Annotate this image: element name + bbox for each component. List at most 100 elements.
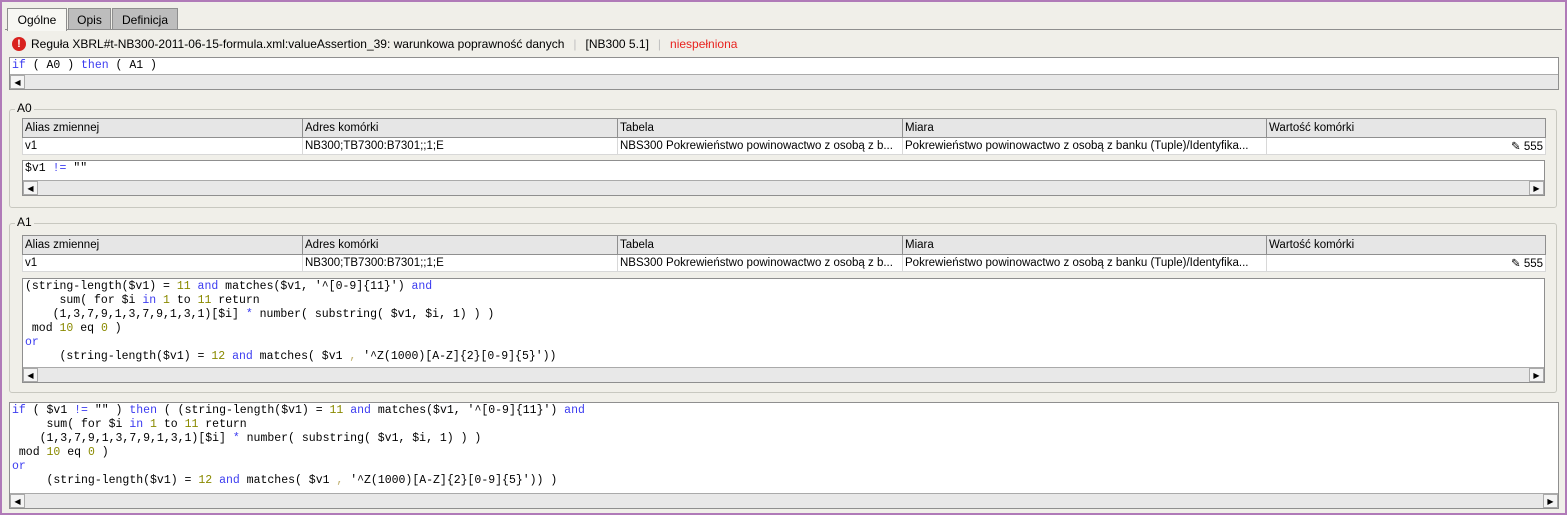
code-token: (string-length($v1) = <box>25 350 212 363</box>
column-header[interactable]: Tabela <box>617 118 903 138</box>
code-keyword: != <box>52 162 67 175</box>
code-keyword: then <box>81 59 109 72</box>
rule-title: Reguła XBRL#t-NB300-2011-06-15-formula.x… <box>31 37 565 51</box>
code-token: to <box>169 294 198 307</box>
code-number: 11 <box>184 418 199 431</box>
horizontal-scrollbar[interactable]: ◀ ▶ <box>23 367 1544 382</box>
code-keyword: or <box>12 460 26 473</box>
code-keyword: and <box>197 280 219 293</box>
code-token: (1,3,7,9,1,3,7,9,1,3,1)[$i] <box>25 308 246 321</box>
table-row[interactable]: v1 NB300;TB7300:B7301;;1;E NBS300 Pokrew… <box>22 254 1546 272</box>
pencil-icon[interactable]: ✎ <box>1511 141 1521 153</box>
a0-expression-box[interactable]: $v1 != "" ◀ ▶ <box>22 160 1545 196</box>
code-keyword: in <box>129 418 144 431</box>
horizontal-scrollbar[interactable]: ◀ ▶ <box>23 180 1544 195</box>
code-token: (string-length($v1) = <box>12 474 199 487</box>
column-header[interactable]: Wartość komórki <box>1266 118 1546 138</box>
column-header[interactable]: Miara <box>902 118 1267 138</box>
code-number: 1 <box>163 294 170 307</box>
code-token: sum( for $i <box>12 418 130 431</box>
code-token: ( (string-length($v1) = <box>156 404 330 417</box>
code-keyword: * <box>245 308 253 321</box>
cell-address: NB300;TB7300:B7301;;1;E <box>302 254 618 272</box>
code-keyword: if <box>12 59 26 72</box>
expression-text[interactable]: $v1 != "" <box>23 161 1544 177</box>
code-token: "" <box>66 162 88 175</box>
code-number: 12 <box>211 350 226 363</box>
column-header[interactable]: Adres komórki <box>302 235 618 255</box>
code-token: matches($v1, '^[0-9]{11}') <box>218 280 412 293</box>
code-line: (string-length($v1) = 12 and matches( $v… <box>12 474 1556 488</box>
code-token: eq <box>60 446 88 459</box>
scroll-right-icon[interactable]: ▶ <box>1543 494 1558 508</box>
scroll-right-icon[interactable]: ▶ <box>1529 368 1544 382</box>
rule-header: ! Reguła XBRL#t-NB300-2011-06-15-formula… <box>12 36 737 52</box>
cell-value-text: 555 <box>1523 258 1543 270</box>
tab-opis[interactable]: Opis <box>68 8 111 30</box>
code-number: 12 <box>198 474 213 487</box>
code-keyword: * <box>232 432 240 445</box>
code-line: mod 10 eq 0 ) <box>25 322 1542 336</box>
code-number: 11 <box>176 280 191 293</box>
variables-table-a0: Alias zmiennej Adres komórki Tabela Miar… <box>22 118 1546 155</box>
column-header[interactable]: Tabela <box>617 235 903 255</box>
column-header[interactable]: Miara <box>902 235 1267 255</box>
column-header[interactable]: Alias zmiennej <box>22 235 303 255</box>
top-expression-box[interactable]: if ( A0 ) then ( A1 ) ◀ <box>9 57 1559 90</box>
code-keyword: then <box>129 404 157 417</box>
code-token: number( substring( $v1, $i, 1) ) ) <box>252 308 495 321</box>
code-token: '^Z(1000)[A-Z]{2}[0-9]{5}')) ) <box>343 474 558 487</box>
code-keyword: if <box>12 404 26 417</box>
a1-expression-box[interactable]: (string-length($v1) = 11 and matches($v1… <box>22 278 1545 383</box>
code-line: (string-length($v1) = 11 and matches($v1… <box>25 280 1542 294</box>
tab-definicja[interactable]: Definicja <box>112 8 178 30</box>
group-a0-title: A0 <box>15 101 34 115</box>
column-header[interactable]: Alias zmiennej <box>22 118 303 138</box>
horizontal-scrollbar[interactable]: ◀ ▶ <box>10 493 1558 508</box>
tab-ogolne[interactable]: Ogólne <box>7 8 67 31</box>
table-row[interactable]: v1 NB300;TB7300:B7301;;1;E NBS300 Pokrew… <box>22 137 1546 155</box>
column-header[interactable]: Adres komórki <box>302 118 618 138</box>
horizontal-scrollbar[interactable]: ◀ <box>10 74 1558 89</box>
code-token: return <box>211 294 260 307</box>
code-token: matches($v1, '^[0-9]{11}') <box>370 404 565 417</box>
cell-alias: v1 <box>22 254 303 272</box>
pencil-icon[interactable]: ✎ <box>1511 258 1521 270</box>
code-keyword: and <box>411 280 433 293</box>
status-badge: niespełniona <box>670 37 738 51</box>
code-token: matches( $v1 <box>239 474 337 487</box>
expression-text[interactable]: if ( $v1 != "" ) then ( (string-length($… <box>10 403 1558 489</box>
code-number: 0 <box>100 322 108 335</box>
error-icon: ! <box>12 37 26 51</box>
variables-table-a1: Alias zmiennej Adres komórki Tabela Miar… <box>22 235 1546 272</box>
code-keyword: and <box>232 350 253 363</box>
code-token: matches( $v1 <box>252 350 350 363</box>
scroll-left-icon[interactable]: ◀ <box>23 368 38 382</box>
expression-text[interactable]: if ( A0 ) then ( A1 ) <box>10 58 1558 74</box>
code-line: if ( $v1 != "" ) then ( (string-length($… <box>12 404 1556 418</box>
scroll-left-icon[interactable]: ◀ <box>23 181 38 195</box>
code-number: 1 <box>150 418 157 431</box>
scroll-right-icon[interactable]: ▶ <box>1529 181 1544 195</box>
code-number: 11 <box>197 294 212 307</box>
code-token: ) <box>107 322 122 335</box>
cell-value[interactable]: ✎ 555 <box>1266 137 1546 155</box>
code-line: or <box>25 336 1542 350</box>
code-line: if ( A0 ) then ( A1 ) <box>12 59 1556 73</box>
cell-measure: Pokrewieństwo powinowactwo z osobą z ban… <box>902 137 1267 155</box>
full-expression-box[interactable]: if ( $v1 != "" ) then ( (string-length($… <box>9 402 1559 509</box>
cell-value-text: 555 <box>1523 141 1543 153</box>
cell-table: NBS300 Pokrewieństwo powinowactwo z osob… <box>617 254 903 272</box>
scroll-left-icon[interactable]: ◀ <box>10 494 25 508</box>
expression-text[interactable]: (string-length($v1) = 11 and matches($v1… <box>23 279 1544 365</box>
cell-alias: v1 <box>22 137 303 155</box>
scroll-left-icon[interactable]: ◀ <box>10 75 25 89</box>
cell-measure: Pokrewieństwo powinowactwo z osobą z ban… <box>902 254 1267 272</box>
cell-value[interactable]: ✎ 555 <box>1266 254 1546 272</box>
column-header[interactable]: Wartość komórki <box>1266 235 1546 255</box>
code-token: eq <box>73 322 101 335</box>
code-number: 11 <box>329 404 344 417</box>
code-token: (string-length($v1) = <box>25 280 177 293</box>
